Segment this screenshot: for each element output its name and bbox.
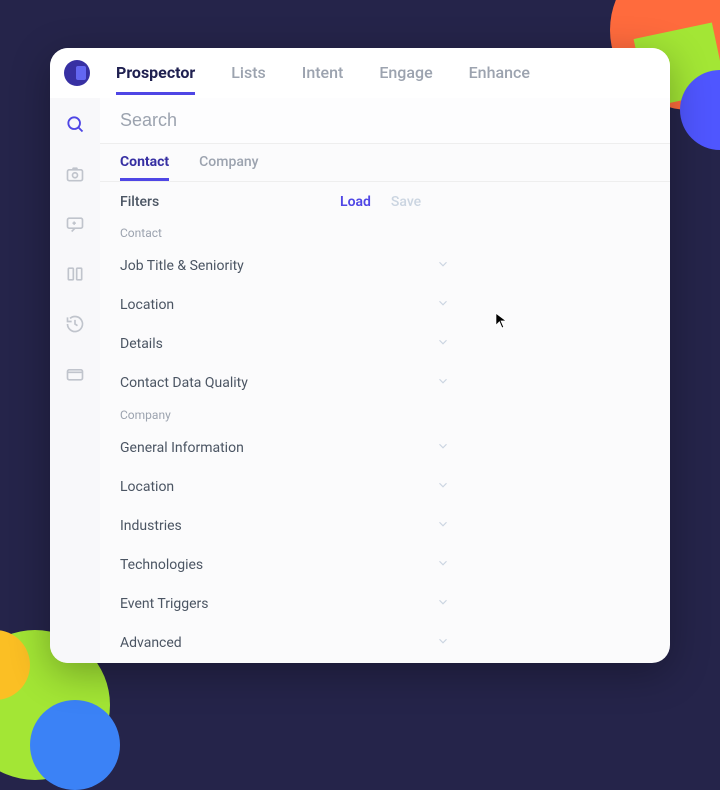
nav-tab-intent[interactable]: Intent [302, 51, 344, 95]
filters-header: Filters Load Save [100, 182, 670, 220]
filters-body: Contact Job Title & Seniority Location D… [100, 220, 670, 663]
app-logo[interactable] [64, 60, 90, 86]
search-icon[interactable] [65, 114, 85, 138]
search-row [100, 98, 670, 144]
chevron-down-icon [436, 594, 450, 613]
filter-label: Industries [120, 518, 182, 534]
chevron-down-icon [436, 555, 450, 574]
main-row: Contact Company Filters Load Save Contac… [50, 98, 670, 663]
nav-tab-enhance[interactable]: Enhance [469, 51, 530, 95]
filter-label: Job Title & Seniority [120, 258, 244, 274]
history-icon[interactable] [65, 314, 85, 338]
filter-label: Technologies [120, 557, 203, 573]
chat-icon[interactable] [65, 214, 85, 238]
filter-details[interactable]: Details [100, 324, 470, 363]
filter-general-information[interactable]: General Information [100, 428, 470, 467]
filter-event-triggers[interactable]: Event Triggers [100, 584, 470, 623]
search-input[interactable] [120, 110, 650, 131]
chevron-down-icon [436, 295, 450, 314]
nav-tab-lists[interactable]: Lists [231, 51, 266, 95]
chevron-down-icon [436, 373, 450, 392]
icon-bar [50, 98, 100, 663]
nav-tabs: Prospector Lists Intent Engage Enhance [116, 51, 530, 95]
filter-contact-data-quality[interactable]: Contact Data Quality [100, 363, 470, 402]
filter-label: Contact Data Quality [120, 375, 248, 391]
filter-section-company: Company [100, 402, 670, 428]
filters-load-button[interactable]: Load [340, 194, 371, 210]
content: Contact Company Filters Load Save Contac… [100, 98, 670, 663]
filter-industries[interactable]: Industries [100, 506, 470, 545]
filter-job-title[interactable]: Job Title & Seniority [100, 246, 470, 285]
columns-icon[interactable] [65, 264, 85, 288]
chevron-down-icon [436, 256, 450, 275]
filters-title: Filters [120, 194, 320, 210]
filter-label: Location [120, 479, 174, 495]
nav-tab-prospector[interactable]: Prospector [116, 51, 195, 95]
chevron-down-icon [436, 438, 450, 457]
subtab-company[interactable]: Company [199, 154, 258, 181]
filter-label: Details [120, 336, 163, 352]
filter-location-contact[interactable]: Location [100, 285, 470, 324]
app-window: Prospector Lists Intent Engage Enhance [50, 48, 670, 663]
filter-technologies[interactable]: Technologies [100, 545, 470, 584]
subtabs: Contact Company [100, 144, 670, 182]
filter-label: Event Triggers [120, 596, 209, 612]
chevron-down-icon [436, 516, 450, 535]
topbar: Prospector Lists Intent Engage Enhance [50, 48, 670, 98]
subtab-contact[interactable]: Contact [120, 154, 169, 181]
chevron-down-icon [436, 334, 450, 353]
chevron-down-icon [436, 633, 450, 652]
chevron-down-icon [436, 477, 450, 496]
nav-tab-engage[interactable]: Engage [379, 51, 432, 95]
filter-section-contact: Contact [100, 220, 670, 246]
filters-save-button[interactable]: Save [391, 194, 421, 210]
filter-label: General Information [120, 440, 244, 456]
filter-advanced[interactable]: Advanced [100, 623, 470, 662]
filter-location-company[interactable]: Location [100, 467, 470, 506]
wallet-icon[interactable] [65, 364, 85, 388]
filter-label: Advanced [120, 635, 182, 651]
filter-label: Location [120, 297, 174, 313]
camera-icon[interactable] [65, 164, 85, 188]
